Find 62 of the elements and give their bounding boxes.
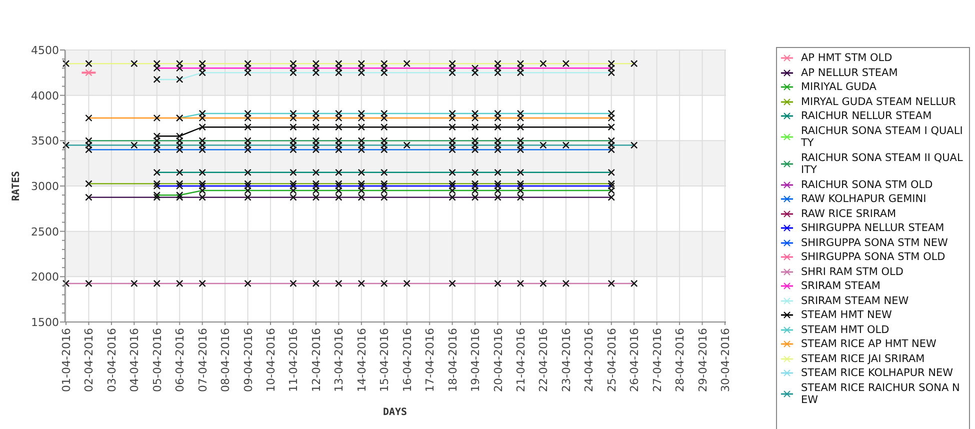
legend-label: RAW RICE SRIRAM [801,208,898,220]
legend-label: STEAM RICE JAI SRIRAM [801,352,926,365]
legend-label: SHRI RAM STM OLD [801,266,904,278]
x-tick-label: 24-04-2016 [582,328,596,392]
x-tick-label: 01-04-2016 [60,328,73,392]
legend-label: AP NELLUR STEAM [801,66,899,79]
x-tick-label: 02-04-2016 [82,328,96,392]
y-tick-label: 2500 [31,225,59,238]
x-tick-label: 13-04-2016 [332,328,346,392]
x-tick-label: 23-04-2016 [560,328,573,392]
y-tick-label: 3500 [31,134,59,148]
legend-label: SRIRAM STEAM [801,280,882,292]
legend-label: SHIRGUPPA NELLUR STEAM [801,222,946,234]
x-tick-label: 11-04-2016 [287,328,300,392]
x-tick-label: 15-04-2016 [378,328,392,392]
x-tick-label: 10-04-2016 [264,328,278,392]
y-tick-label: 2000 [31,270,59,284]
legend-label: STEAM RICE AP HMT NEW [801,338,938,350]
legend-label: SHIRGUPPA SONA STM NEW [801,236,949,249]
x-axis-title: DAYS [382,407,408,418]
x-tick-label: 25-04-2016 [605,328,618,392]
x-tick-label: 06-04-2016 [174,328,187,392]
x-tick-label: 05-04-2016 [150,328,164,392]
x-tick-label: 21-04-2016 [514,328,528,392]
x-tick-label: 04-04-2016 [128,328,142,392]
legend-label: RAICHUR NELLUR STEAM [801,110,933,122]
legend-label: MIRIYAL GUDA [801,81,878,94]
x-tick-label: 22-04-2016 [537,328,550,392]
x-tick-label: 26-04-2016 [628,328,642,392]
x-tick-label: 17-04-2016 [424,328,437,392]
legend-label: STEAM HMT NEW [801,309,893,322]
legend-label: STEAM HMT OLD [801,324,890,336]
legend-label: STEAM RICE RAICHUR SONA NEW [801,382,961,406]
legend-label: RAICHUR SONA STM OLD [801,178,934,191]
x-tick-label: 19-04-2016 [469,328,482,392]
legend-label: RAICHUR SONA STEAM II QUALITY [801,152,963,176]
x-tick-label: 09-04-2016 [242,328,255,392]
series-line [82,69,96,76]
y-tick-label: 3000 [31,180,59,193]
x-tick-label: 28-04-2016 [674,328,687,392]
x-tick-label: 12-04-2016 [310,328,323,392]
y-tick-label: 4000 [31,89,59,102]
x-tick-label: 16-04-2016 [400,328,414,392]
x-tick-label: 30-04-2016 [719,328,732,392]
legend-label: MIRYAL GUDA STEAM NELLUR [801,96,957,108]
legend-label: RAICHUR SONA STEAM I QUALITY [801,124,963,150]
x-tick-label: 27-04-2016 [650,328,664,392]
x-tick-label: 03-04-2016 [105,328,118,392]
legend-label: RAW KOLHAPUR GEMINI [801,193,928,206]
y-axis-title: RATES [11,170,22,202]
y-tick-label: 4500 [31,44,59,57]
x-tick-label: 07-04-2016 [196,328,210,392]
legend-label: SRIRAM STEAM NEW [801,294,910,307]
legend-label: STEAM RICE KOLHAPUR NEW [801,367,954,380]
y-tick-label: 1500 [31,316,59,329]
x-tick-label: 08-04-2016 [219,328,232,392]
legend-label: AP HMT STM OLD [801,52,894,64]
x-tick-label: 18-04-2016 [446,328,460,392]
legend-label: SHIRGUPPA SONA STM OLD [801,251,946,264]
x-tick-label: 20-04-2016 [492,328,505,392]
x-tick-label: 14-04-2016 [355,328,368,392]
x-tick-label: 29-04-2016 [696,328,710,392]
